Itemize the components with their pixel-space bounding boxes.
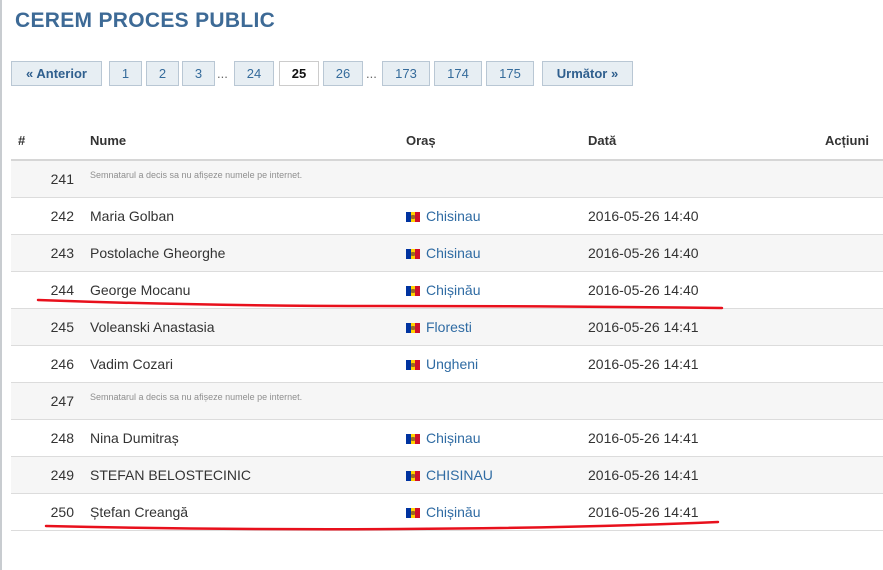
city-name: Chisinau: [426, 245, 481, 261]
row-number: 243: [50, 245, 74, 261]
hidden-name-note: Semnatarul a decis sa nu afișeze numele …: [90, 392, 303, 402]
sign-date: 2016-05-26 14:41: [588, 467, 699, 483]
sign-date: 2016-05-26 14:40: [588, 282, 699, 298]
moldova-flag-icon: [406, 508, 420, 518]
row-number: 249: [50, 467, 74, 483]
city-name: Chișinau: [426, 430, 481, 446]
sign-date: 2016-05-26 14:41: [588, 319, 699, 335]
sign-date: 2016-05-26 14:40: [588, 208, 699, 224]
page-link-current: 25: [279, 61, 319, 86]
city-name: Floresti: [426, 319, 472, 335]
city-link[interactable]: Chișinau: [406, 430, 480, 446]
page-link-174[interactable]: 174: [434, 61, 482, 86]
pagination-ellipsis: ...: [217, 66, 228, 81]
moldova-flag-icon: [406, 434, 420, 444]
city-link[interactable]: Chisinau: [406, 208, 480, 224]
moldova-flag-icon: [406, 286, 420, 296]
hidden-name-note: Semnatarul a decis sa nu afișeze numele …: [90, 170, 303, 180]
moldova-flag-icon: [406, 471, 420, 481]
sign-date: 2016-05-26 14:41: [588, 356, 699, 372]
row-number: 250: [50, 504, 74, 520]
city-link[interactable]: Chișinău: [406, 504, 480, 520]
sign-date: 2016-05-26 14:40: [588, 245, 699, 261]
page-link-24[interactable]: 24: [234, 61, 274, 86]
table-row: 246 Vadim Cozari Ungheni 2016-05-26 14:41: [11, 346, 883, 383]
header-name: Nume: [90, 133, 127, 148]
table-body: 241 Semnatarul a decis sa nu afișeze nume…: [11, 161, 883, 531]
city-link[interactable]: Chișinău: [406, 282, 480, 298]
signer-name: Postolache Gheorghe: [90, 245, 226, 261]
city-name: Ungheni: [426, 356, 479, 372]
row-number: 244: [50, 282, 74, 298]
row-number: 245: [50, 319, 74, 335]
moldova-flag-icon: [406, 212, 420, 222]
row-number: 242: [50, 208, 74, 224]
pagination-ellipsis: ...: [366, 66, 377, 81]
row-number: 247: [50, 393, 74, 409]
sign-date: 2016-05-26 14:41: [588, 430, 699, 446]
sign-date: 2016-05-26 14:41: [588, 504, 699, 520]
page-link-173[interactable]: 173: [382, 61, 430, 86]
table-row: 248 Nina Dumitraș Chișinau 2016-05-26 14:41: [11, 420, 883, 457]
table-row: 242 Maria Golban Chisinau 2016-05-26 14:40: [11, 198, 883, 235]
page-title: CEREM PROCES PUBLIC: [15, 9, 276, 32]
left-border: [0, 0, 2, 570]
table-row: 245 Voleanski Anastasia Floresti 2016-05-26…: [11, 309, 883, 346]
signer-name: Ștefan Creangă: [90, 504, 189, 520]
city-link[interactable]: Ungheni: [406, 356, 478, 372]
signer-name: George Mocanu: [90, 282, 191, 298]
table-row: 241 Semnatarul a decis sa nu afișeze nume…: [11, 161, 883, 198]
moldova-flag-icon: [406, 323, 420, 333]
signer-name: Nina Dumitraș: [90, 430, 179, 446]
row-number: 246: [50, 356, 74, 372]
page-link-2[interactable]: 2: [146, 61, 179, 86]
city-name: Chișinău: [426, 282, 481, 298]
signatures-table: # Nume Oraș Dată Acțiuni 241 Semnatarul a…: [11, 122, 883, 531]
header-actions: Acțiuni: [824, 133, 869, 148]
signer-name: Vadim Cozari: [90, 356, 173, 372]
city-name: Chișinău: [426, 504, 481, 520]
signer-name: Maria Golban: [90, 208, 175, 224]
city-name: CHISINAU: [426, 467, 493, 483]
city-link[interactable]: CHISINAU: [406, 467, 493, 483]
header-date: Dată: [588, 133, 617, 148]
city-link[interactable]: Chisinau: [406, 245, 480, 261]
table-row: 244 George Mocanu Chișinău 2016-05-26 14:40: [11, 272, 883, 309]
table-header: # Nume Oraș Dată Acțiuni: [11, 122, 883, 161]
page-link-26[interactable]: 26: [323, 61, 363, 86]
header-city: Oraș: [406, 133, 436, 148]
page-link-1[interactable]: 1: [109, 61, 142, 86]
page-link-3[interactable]: 3: [182, 61, 215, 86]
moldova-flag-icon: [406, 249, 420, 259]
prev-page-button[interactable]: « Anterior: [11, 61, 102, 86]
table-row: 250 Ștefan Creangă Chișinău 2016-05-26 14:4…: [11, 494, 883, 531]
moldova-flag-icon: [406, 360, 420, 370]
city-link[interactable]: Floresti: [406, 319, 472, 335]
city-name: Chisinau: [426, 208, 481, 224]
page-link-175[interactable]: 175: [486, 61, 534, 86]
header-number: #: [18, 133, 26, 148]
signer-name: Voleanski Anastasia: [90, 319, 215, 335]
signer-name: STEFAN BELOSTECINIC: [90, 467, 252, 483]
next-page-button[interactable]: Următor »: [542, 61, 633, 86]
table-row: 249 STEFAN BELOSTECINIC CHISINAU 2016-05-26…: [11, 457, 883, 494]
table-row: 247 Semnatarul a decis sa nu afișeze nume…: [11, 383, 883, 420]
row-number: 241: [50, 171, 74, 187]
row-number: 248: [50, 430, 74, 446]
table-row: 243 Postolache Gheorghe Chisinau 2016-05-26…: [11, 235, 883, 272]
